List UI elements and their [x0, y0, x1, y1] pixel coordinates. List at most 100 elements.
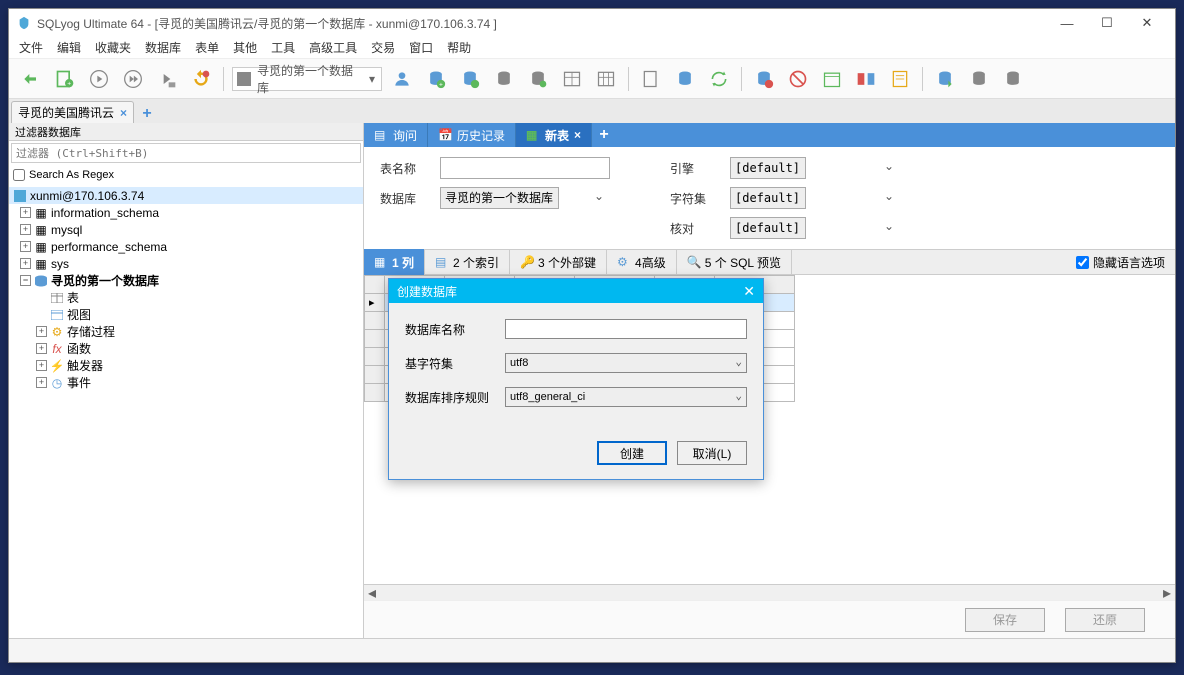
hide-lang-checkbox[interactable] — [1076, 256, 1089, 269]
database-select[interactable]: 寻觅的第一个数据库 — [440, 187, 559, 209]
add-query-tab[interactable]: + — [592, 126, 616, 144]
gtab-sql[interactable]: 🔍5 个 SQL 预览 — [677, 249, 792, 275]
gear-icon: ⚙ — [50, 326, 64, 338]
connect-icon[interactable] — [17, 65, 45, 93]
table-icon — [50, 292, 64, 304]
base-charset-label: 基字符集 — [405, 355, 495, 372]
cancel-button[interactable]: 取消(L) — [677, 441, 747, 465]
db-import-icon[interactable] — [965, 65, 993, 93]
save-button[interactable]: 保存 — [965, 608, 1045, 632]
gtab-fk[interactable]: 🔑3 个外部键 — [510, 249, 607, 275]
object-tree[interactable]: xunmi@170.106.3.74 +▦information_schema … — [9, 185, 363, 638]
columns-icon: ▦ — [374, 255, 388, 269]
menu-other[interactable]: 其他 — [233, 39, 257, 56]
db-backup-icon[interactable] — [931, 65, 959, 93]
database-icon: ▦ — [34, 224, 48, 236]
tablename-label: 表名称 — [380, 160, 430, 177]
tree-procs[interactable]: +⚙存储过程 — [9, 323, 363, 340]
create-database-dialog: 创建数据库 ✕ 数据库名称 基字符集 utf8 数据库排序规则 utf8_gen… — [388, 278, 764, 480]
dialog-close-icon[interactable]: ✕ — [743, 283, 755, 300]
tree-views[interactable]: 视图 — [9, 306, 363, 323]
new-query-icon[interactable]: + — [51, 65, 79, 93]
grid1-icon[interactable] — [558, 65, 586, 93]
menu-file[interactable]: 文件 — [19, 39, 43, 56]
db-collation-select[interactable]: utf8_general_ci — [505, 387, 747, 407]
create-button[interactable]: 创建 — [597, 441, 667, 465]
tree-db-sys[interactable]: +▦sys — [9, 255, 363, 272]
table-form: 表名称 引擎 [default] 数据库 寻觅的第一个数据库 字符集 [defa… — [364, 147, 1175, 249]
tablename-input[interactable] — [440, 157, 610, 179]
gtab-columns[interactable]: ▦1 列 — [364, 249, 425, 275]
tree-db-information-schema[interactable]: +▦information_schema — [9, 204, 363, 221]
tree-tables[interactable]: 表 — [9, 289, 363, 306]
gtab-advanced[interactable]: ⚙4高级 — [607, 249, 677, 275]
menu-transaction[interactable]: 交易 — [371, 39, 395, 56]
menu-database[interactable]: 数据库 — [145, 39, 181, 56]
form-icon[interactable] — [886, 65, 914, 93]
minimize-button[interactable]: — — [1047, 9, 1087, 37]
collation-select[interactable]: [default] — [730, 217, 806, 239]
close-tab-icon[interactable]: × — [120, 106, 127, 120]
charset-select[interactable]: [default] — [730, 187, 806, 209]
menu-tools[interactable]: 工具 — [271, 39, 295, 56]
grid2-icon[interactable] — [592, 65, 620, 93]
db-tool1-icon[interactable] — [490, 65, 518, 93]
tree-db-performance-schema[interactable]: +▦performance_schema — [9, 238, 363, 255]
connection-tab[interactable]: 寻觅的美国腾讯云 × — [11, 101, 134, 123]
connection-tabs: 寻觅的美国腾讯云 × + — [9, 99, 1175, 123]
sync-icon[interactable] — [705, 65, 733, 93]
tree-db-mysql[interactable]: +▦mysql — [9, 221, 363, 238]
restore-button[interactable]: 还原 — [1065, 608, 1145, 632]
filter-input[interactable] — [11, 143, 361, 163]
tab-newtable[interactable]: ▦新表× — [516, 123, 592, 147]
toolbar: + 寻觅的第一个数据库 + — [9, 59, 1175, 99]
db-add-icon[interactable]: + — [422, 65, 450, 93]
regex-checkbox[interactable] — [13, 169, 25, 181]
app-logo-icon — [17, 16, 31, 30]
menu-edit[interactable]: 编辑 — [57, 39, 81, 56]
user-icon[interactable] — [388, 65, 416, 93]
tree-events[interactable]: +◷事件 — [9, 374, 363, 391]
refresh-icon[interactable] — [187, 65, 215, 93]
db-remove-icon[interactable] — [750, 65, 778, 93]
engine-select[interactable]: [default] — [730, 157, 806, 179]
menu-favorites[interactable]: 收藏夹 — [95, 39, 131, 56]
db-export-icon[interactable] — [999, 65, 1027, 93]
window-title: SQLyog Ultimate 64 - [寻觅的美国腾讯云/寻觅的第一个数据库… — [37, 15, 1047, 32]
tab-query[interactable]: ▤询问 — [364, 123, 428, 147]
close-tab-icon[interactable]: × — [574, 128, 581, 142]
tree-connection[interactable]: xunmi@170.106.3.74 — [9, 187, 363, 204]
play-all-icon[interactable] — [119, 65, 147, 93]
sidebar: 过滤器数据库 Search As Regex xunmi@170.106.3.7… — [9, 123, 364, 638]
maximize-button[interactable]: ☐ — [1087, 9, 1127, 37]
cancel-icon[interactable] — [784, 65, 812, 93]
table-add-icon[interactable] — [456, 65, 484, 93]
play-load-icon[interactable] — [153, 65, 181, 93]
menu-window[interactable]: 窗口 — [409, 39, 433, 56]
menu-help[interactable]: 帮助 — [447, 39, 471, 56]
add-connection-tab[interactable]: + — [138, 105, 156, 123]
gtab-indexes[interactable]: ▤2 个索引 — [425, 249, 510, 275]
database-selector[interactable]: 寻觅的第一个数据库 — [232, 67, 382, 91]
filter-header: 过滤器数据库 — [9, 123, 363, 141]
dialog-titlebar[interactable]: 创建数据库 ✕ — [389, 279, 763, 303]
tab-history[interactable]: 📅历史记录 — [428, 123, 516, 147]
tree-triggers[interactable]: +⚡触发器 — [9, 357, 363, 374]
function-icon: fx — [50, 343, 64, 355]
hide-lang-option[interactable]: 隐藏语言选项 — [1076, 254, 1165, 271]
horizontal-scrollbar[interactable]: ◂ ▸ — [364, 584, 1175, 600]
base-charset-select[interactable]: utf8 — [505, 353, 747, 373]
compare-icon[interactable] — [852, 65, 880, 93]
dbname-input[interactable] — [505, 319, 747, 339]
tree-funcs[interactable]: +fx函数 — [9, 340, 363, 357]
export-icon[interactable] — [637, 65, 665, 93]
close-button[interactable]: ✕ — [1127, 9, 1167, 37]
play-icon[interactable] — [85, 65, 113, 93]
db-tool2-icon[interactable] — [524, 65, 552, 93]
db-sync-icon[interactable] — [671, 65, 699, 93]
calendar-icon[interactable] — [818, 65, 846, 93]
menu-advanced[interactable]: 高级工具 — [309, 39, 357, 56]
search-icon: 🔍 — [687, 255, 701, 269]
menu-table[interactable]: 表单 — [195, 39, 219, 56]
tree-db-user[interactable]: −寻觅的第一个数据库 — [9, 272, 363, 289]
